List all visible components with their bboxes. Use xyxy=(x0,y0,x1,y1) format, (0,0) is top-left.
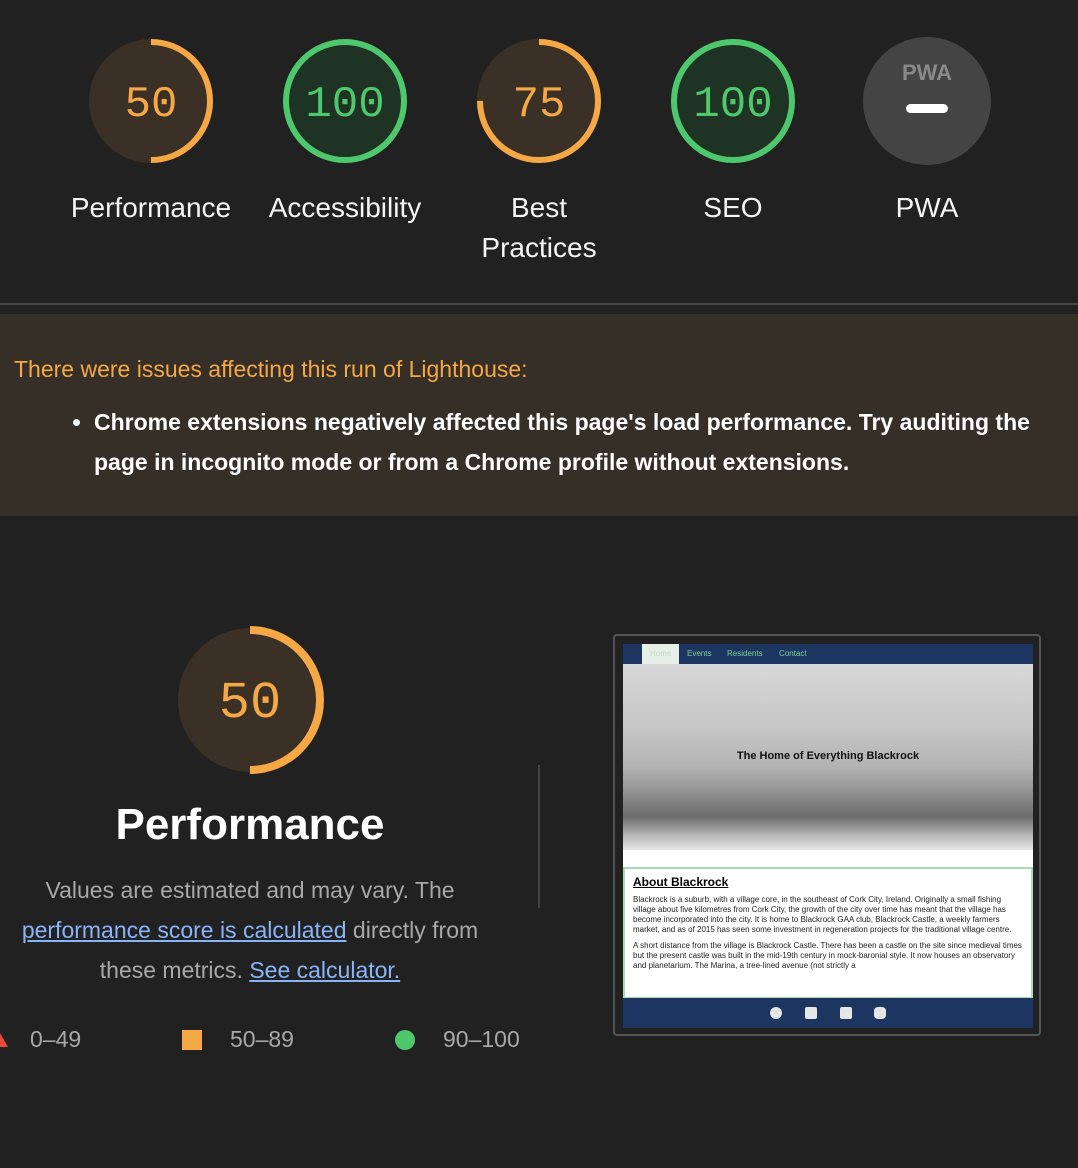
gauge-best-practices[interactable]: 75 Best Practices xyxy=(439,36,639,268)
desc-prefix: Values are estimated and may vary. The xyxy=(45,877,455,903)
performance-title: Performance xyxy=(115,800,385,849)
warning-list: Chrome extensions negatively affected th… xyxy=(70,402,1074,482)
gauge-label: Performance xyxy=(70,192,232,223)
gauge-performance[interactable]: 50 Performance xyxy=(51,36,251,228)
square-icon xyxy=(182,1029,202,1050)
twitter-icon xyxy=(805,1007,817,1019)
shot-about-heading: About Blackrock xyxy=(633,875,729,889)
shot-footer xyxy=(623,998,1033,1028)
pwa-logo-icon: PWA xyxy=(902,60,952,85)
shot-about-p2: A short distance from the village is Bla… xyxy=(633,941,1022,970)
shot-about-p1: Blackrock is a suburb, with a village co… xyxy=(633,895,1012,934)
accessibility-score-ring: 100 xyxy=(283,39,407,163)
final-screenshot[interactable]: Home Events Residents Contact The Home o… xyxy=(613,634,1041,1036)
gauge-score: 100 xyxy=(305,80,384,130)
performance-section: 50 Performance Values are estimated and … xyxy=(0,620,1078,1160)
see-calculator-link[interactable]: See calculator. xyxy=(249,957,400,983)
score-legend: 0–49 50–89 90–100 xyxy=(0,1026,560,1056)
dash-icon xyxy=(906,104,948,113)
seo-score-ring: 100 xyxy=(671,39,795,163)
legend-pass: 90–100 xyxy=(395,1026,520,1053)
warning-item: Chrome extensions negatively affected th… xyxy=(94,402,1074,482)
gauge-label: Best Practices xyxy=(481,192,597,263)
performance-score-ring: 50 xyxy=(89,39,213,163)
best-practices-score-ring: 75 xyxy=(477,39,601,163)
gauge-score: 50 xyxy=(125,80,178,130)
legend-average-label: 50–89 xyxy=(230,1026,294,1052)
shot-nav-residents: Residents xyxy=(727,649,763,658)
legend-pass-label: 90–100 xyxy=(443,1026,520,1052)
pwa-bg xyxy=(863,37,991,165)
gauge-score: 100 xyxy=(693,80,772,130)
page-screenshot: Home Events Residents Contact The Home o… xyxy=(623,644,1033,1028)
legend-average: 50–89 xyxy=(182,1026,294,1053)
score-calculated-link[interactable]: performance score is calculated xyxy=(22,917,347,943)
pwa-badge: PWA xyxy=(863,37,991,165)
instagram-icon xyxy=(874,1007,886,1019)
shot-nav: Home Events Residents Contact xyxy=(623,644,1033,664)
run-warnings: There were issues affecting this run of … xyxy=(0,314,1078,516)
gauge-pwa[interactable]: PWA PWA xyxy=(827,36,1027,228)
gauge-score: 50 xyxy=(219,674,281,733)
shot-hero-image: The Home of Everything Blackrock xyxy=(623,664,1033,850)
warning-title: There were issues affecting this run of … xyxy=(14,356,528,382)
shot-nav-events: Events xyxy=(687,649,712,658)
gauge-label: Accessibility xyxy=(268,192,422,223)
youtube-icon xyxy=(840,1007,852,1019)
performance-description: Values are estimated and may vary. The p… xyxy=(0,870,500,990)
shot-nav-home: Home xyxy=(642,644,680,664)
legend-fail-label: 0–49 xyxy=(30,1026,82,1052)
legend-fail: 0–49 xyxy=(0,1026,81,1053)
shot-about: About Blackrock Blackrock is a suburb, w… xyxy=(623,867,1033,999)
shot-hero-title: The Home of Everything Blackrock xyxy=(736,750,920,762)
shot-nav-contact: Contact xyxy=(779,649,807,658)
facebook-icon xyxy=(770,1007,782,1019)
vertical-divider xyxy=(538,765,540,908)
category-gauges: 50 Performance 100 Accessibility 75 Best… xyxy=(0,36,1078,276)
section-divider xyxy=(0,303,1078,305)
circle-icon xyxy=(395,1029,415,1050)
performance-big-gauge: 50 xyxy=(176,626,324,774)
gauge-accessibility[interactable]: 100 Accessibility xyxy=(245,36,445,228)
gauge-score: 75 xyxy=(513,80,566,130)
triangle-icon xyxy=(0,1032,8,1047)
gauge-label: PWA xyxy=(895,192,959,223)
gauge-label: SEO xyxy=(703,192,763,223)
gauge-seo[interactable]: 100 SEO xyxy=(633,36,833,228)
